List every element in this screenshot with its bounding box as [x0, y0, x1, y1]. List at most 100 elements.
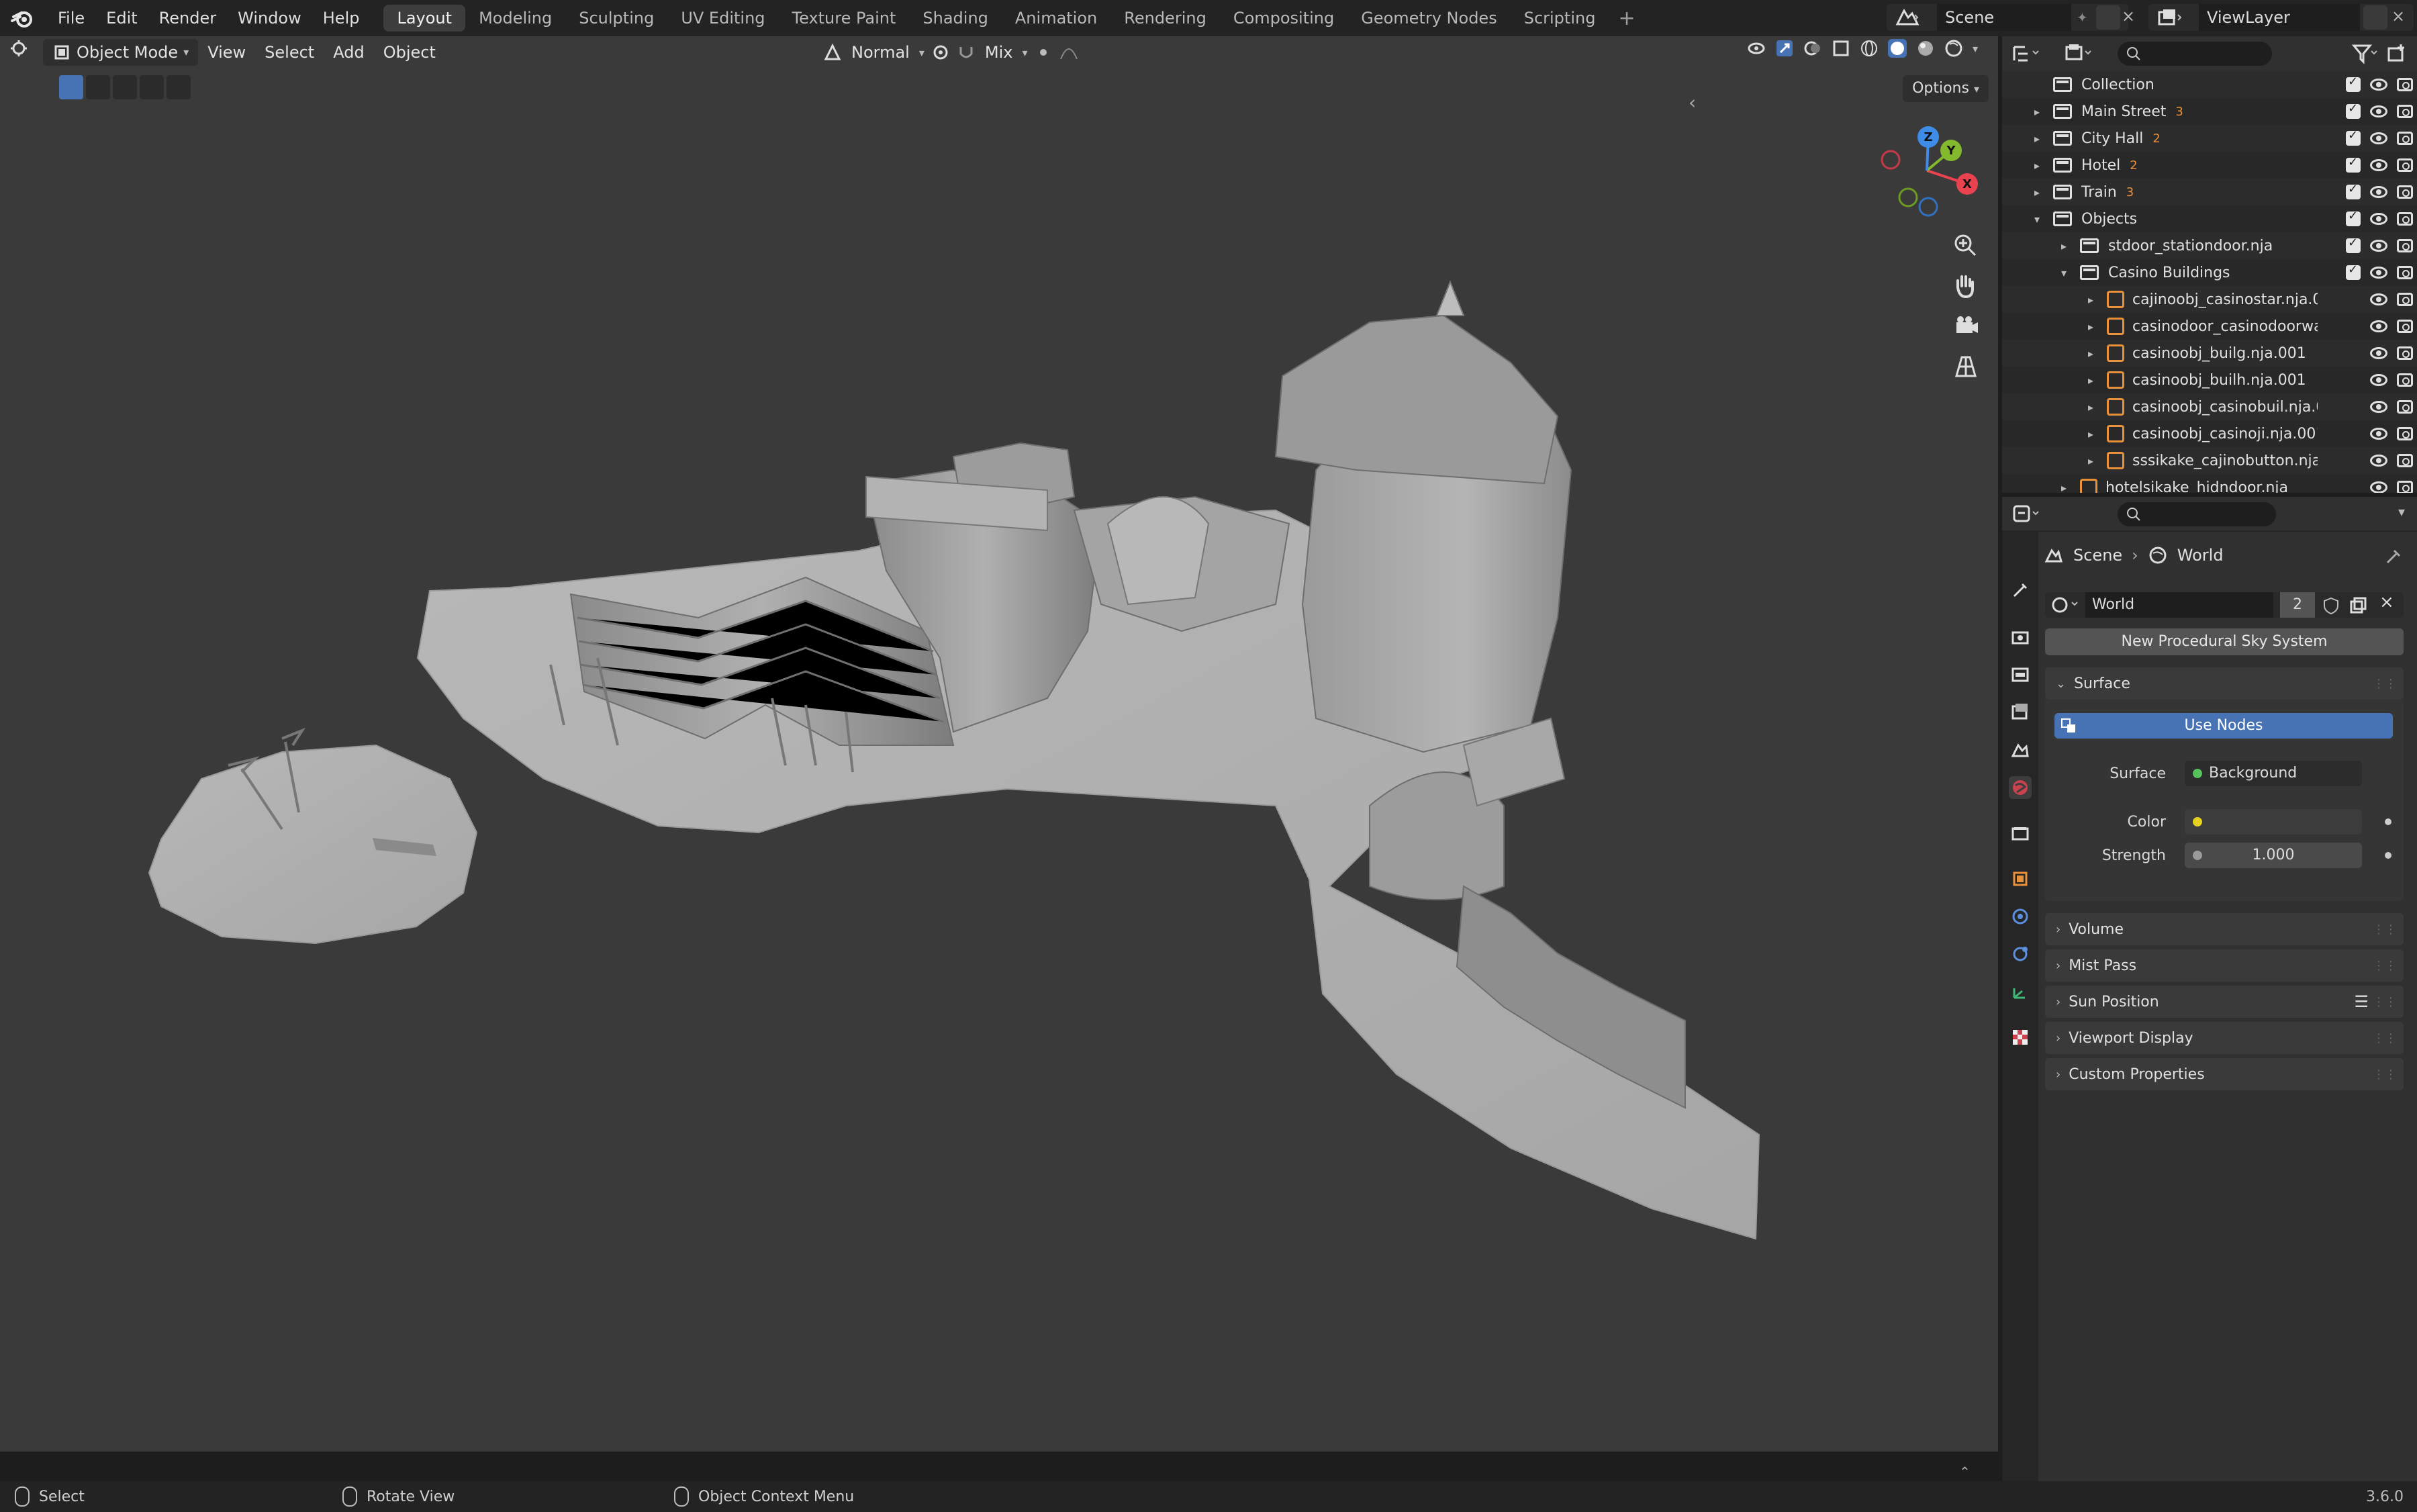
- drag-handle-icon[interactable]: ⋮⋮: [2373, 677, 2397, 691]
- falloff-icon[interactable]: [1059, 43, 1078, 62]
- tab-layout[interactable]: Layout: [383, 5, 466, 32]
- material-shading-icon[interactable]: [1916, 39, 1935, 58]
- pan-hand-icon[interactable]: [1951, 271, 1981, 301]
- drag-handle-icon[interactable]: ⋮⋮: [2373, 1068, 2397, 1082]
- options-button[interactable]: Options ▾: [1903, 75, 1989, 102]
- outliner-row[interactable]: Collection: [2002, 71, 2417, 98]
- exclude-checkbox-icon[interactable]: [2346, 236, 2361, 253]
- visibility-eye-icon[interactable]: [2370, 105, 2387, 117]
- scene-tab-icon[interactable]: [2009, 739, 2032, 761]
- new-sky-system-button[interactable]: New Procedural Sky System: [2045, 628, 2404, 655]
- menu-edit[interactable]: Edit: [95, 0, 148, 36]
- tab-uv-editing[interactable]: UV Editing: [667, 5, 778, 32]
- menu-file[interactable]: File: [47, 0, 95, 36]
- color-swatch[interactable]: [2185, 809, 2362, 835]
- properties-editor-icon[interactable]: [2011, 504, 2044, 525]
- solid-shading-icon[interactable]: [1887, 39, 1907, 58]
- menu-render[interactable]: Render: [148, 0, 227, 36]
- world-name-field[interactable]: World: [2085, 592, 2273, 618]
- collapse-sidebar-icon[interactable]: ‹: [1689, 91, 1696, 113]
- outliner-row[interactable]: ▸ Train 3: [2002, 179, 2417, 205]
- expand-right-icon[interactable]: ▸: [2030, 159, 2044, 172]
- outliner-row[interactable]: ▸ casinoobj_casinobuil.nja.0: [2002, 393, 2417, 420]
- fake-user-icon[interactable]: [2322, 596, 2340, 615]
- drag-handle-icon[interactable]: ⋮⋮: [2373, 1031, 2397, 1045]
- visibility-icon[interactable]: [1747, 39, 1766, 58]
- pin-icon[interactable]: [2383, 547, 2404, 567]
- exclude-checkbox-icon[interactable]: [2346, 209, 2361, 226]
- select-subtract-icon[interactable]: [113, 75, 137, 99]
- render-camera-icon[interactable]: [2397, 78, 2413, 91]
- exclude-checkbox-icon[interactable]: [2346, 101, 2361, 119]
- outliner-search-input[interactable]: [2118, 42, 2272, 66]
- expand-right-icon[interactable]: ▸: [2057, 481, 2071, 493]
- wireframe-shading-icon[interactable]: [1860, 39, 1879, 58]
- snap-icon[interactable]: [957, 43, 976, 62]
- properties-search-input[interactable]: [2118, 502, 2276, 526]
- tab-compositing[interactable]: Compositing: [1220, 5, 1347, 32]
- proportional-edit-icon[interactable]: [1034, 43, 1053, 62]
- outliner-row[interactable]: ▾ Casino Buildings: [2002, 259, 2417, 286]
- pin-icon[interactable]: ✦: [2077, 9, 2088, 26]
- pivot-icon[interactable]: [931, 43, 950, 62]
- custom-properties-panel-header[interactable]: › Custom Properties ⋮⋮: [2045, 1058, 2404, 1090]
- render-camera-icon[interactable]: [2397, 185, 2413, 199]
- keyframe-icon[interactable]: [2385, 818, 2391, 825]
- outliner-row[interactable]: ▸ casinodoor_casinodoorwa: [2002, 313, 2417, 340]
- outliner-row[interactable]: ▸ casinoobj_builh.nja.001: [2002, 367, 2417, 393]
- menu-object[interactable]: Object: [374, 39, 445, 66]
- view-layer-tab-icon[interactable]: [2009, 701, 2032, 724]
- gizmo-toggle-icon[interactable]: [1775, 39, 1794, 58]
- visibility-eye-icon[interactable]: [2370, 320, 2387, 332]
- sun-position-panel-header[interactable]: › Sun Position ☰ ⋮⋮: [2045, 986, 2404, 1018]
- expand-down-icon[interactable]: ▾: [2030, 213, 2044, 226]
- xray-icon[interactable]: [1832, 39, 1850, 58]
- render-camera-icon[interactable]: [2397, 105, 2413, 118]
- snap-target-selector[interactable]: Mix: [982, 39, 1016, 66]
- tab-sculpting[interactable]: Sculpting: [565, 5, 667, 32]
- render-camera-icon[interactable]: [2397, 266, 2413, 279]
- visibility-eye-icon[interactable]: [2370, 79, 2387, 91]
- render-camera-icon[interactable]: [2397, 481, 2413, 493]
- expand-right-icon[interactable]: ▸: [2084, 293, 2097, 306]
- visibility-eye-icon[interactable]: [2370, 159, 2387, 171]
- scene-render[interactable]: [0, 36, 1998, 1452]
- render-camera-icon[interactable]: [2397, 158, 2413, 172]
- outliner-row[interactable]: ▸ casinoobj_casinoji.nja.001: [2002, 420, 2417, 447]
- render-camera-icon[interactable]: [2397, 400, 2413, 414]
- breadcrumb-scene[interactable]: Scene: [2073, 546, 2122, 565]
- render-camera-icon[interactable]: [2397, 293, 2413, 306]
- render-camera-icon[interactable]: [2397, 346, 2413, 360]
- new-view-layer-icon[interactable]: [2363, 5, 2387, 30]
- particles-tab-icon[interactable]: [2009, 943, 2032, 965]
- visibility-eye-icon[interactable]: [2370, 401, 2387, 413]
- expand-down-icon[interactable]: ▾: [2057, 267, 2071, 279]
- keyframe-icon[interactable]: [2385, 852, 2391, 859]
- menu-add[interactable]: Add: [324, 39, 373, 66]
- neg-x-axis-button[interactable]: [1881, 150, 1901, 170]
- expand-right-icon[interactable]: ▸: [2084, 347, 2097, 360]
- expand-right-icon[interactable]: ▸: [2057, 240, 2071, 252]
- breadcrumb-world[interactable]: World: [2177, 546, 2224, 565]
- view-layer-selector[interactable]: ViewLayer ×: [2148, 4, 2414, 31]
- neg-z-axis-button[interactable]: [1918, 197, 1938, 217]
- mode-selector[interactable]: Object Mode ▾: [43, 39, 199, 66]
- menu-select[interactable]: Select: [255, 39, 324, 66]
- visibility-eye-icon[interactable]: [2370, 347, 2387, 359]
- unlink-icon[interactable]: ×: [2379, 592, 2394, 612]
- drag-handle-icon[interactable]: ⋮⋮: [2373, 923, 2397, 937]
- list-icon[interactable]: ☰: [2354, 992, 2369, 1011]
- output-tab-icon[interactable]: [2009, 663, 2032, 686]
- camera-view-icon[interactable]: [1951, 312, 1981, 341]
- modifier-tab-icon[interactable]: [2009, 905, 2032, 928]
- expand-right-icon[interactable]: ▸: [2030, 132, 2044, 145]
- menu-help[interactable]: Help: [312, 0, 371, 36]
- mist-pass-panel-header[interactable]: › Mist Pass ⋮⋮: [2045, 949, 2404, 982]
- render-camera-icon[interactable]: [2397, 427, 2413, 440]
- filter-icon[interactable]: [2351, 43, 2378, 64]
- scene-selector[interactable]: Scene ✦ ×: [1887, 4, 2135, 31]
- outliner-editor-icon[interactable]: [2011, 43, 2044, 64]
- strength-input[interactable]: 1.000: [2185, 843, 2362, 868]
- drag-handle-icon[interactable]: ⋮⋮: [2373, 995, 2397, 1009]
- chevron-down-icon[interactable]: ▾: [2398, 504, 2405, 520]
